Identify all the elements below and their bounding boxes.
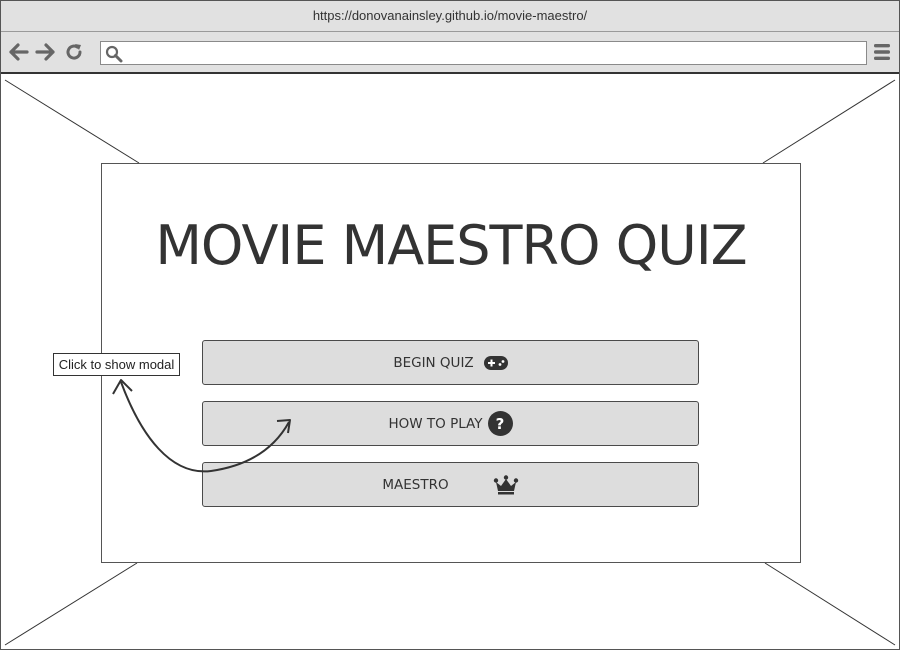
crown-icon [493,474,519,495]
how-to-play-button[interactable]: HOW TO PLAY ? [202,401,699,446]
browser-toolbar [1,32,899,74]
reload-icon [66,44,82,60]
how-to-play-label: HOW TO PLAY [388,415,483,432]
address-input[interactable] [127,44,862,62]
back-arrow-icon [9,43,29,61]
page-title: MOVIE MAESTRO QUIZ [155,214,747,277]
question-circle-icon: ? [487,411,513,436]
start-modal: MOVIE MAESTRO QUIZ BEGIN QUIZ HOW TO PLA… [101,163,801,563]
browser-title-bar: https://donovanainsley.github.io/movie-m… [1,1,899,32]
maestro-label: MAESTRO [382,476,449,493]
begin-quiz-label: BEGIN QUIZ [393,354,474,371]
back-button[interactable] [9,42,29,62]
browser-url-title: https://donovanainsley.github.io/movie-m… [312,8,588,23]
address-bar[interactable] [100,41,867,65]
modal-callout-label: Click to show modal [53,353,180,376]
hamburger-menu-icon [874,44,890,60]
page-viewport: MOVIE MAESTRO QUIZ BEGIN QUIZ HOW TO PLA… [1,76,899,649]
forward-arrow-icon [35,43,55,61]
forward-button[interactable] [35,42,55,62]
reload-button[interactable] [64,42,84,62]
menu-button[interactable] [872,42,892,62]
maestro-button[interactable]: MAESTRO [202,462,699,507]
browser-window: https://donovanainsley.github.io/movie-m… [0,0,900,650]
begin-quiz-button[interactable]: BEGIN QUIZ [202,340,699,385]
search-icon [105,45,123,63]
gamepad-icon [483,355,508,370]
